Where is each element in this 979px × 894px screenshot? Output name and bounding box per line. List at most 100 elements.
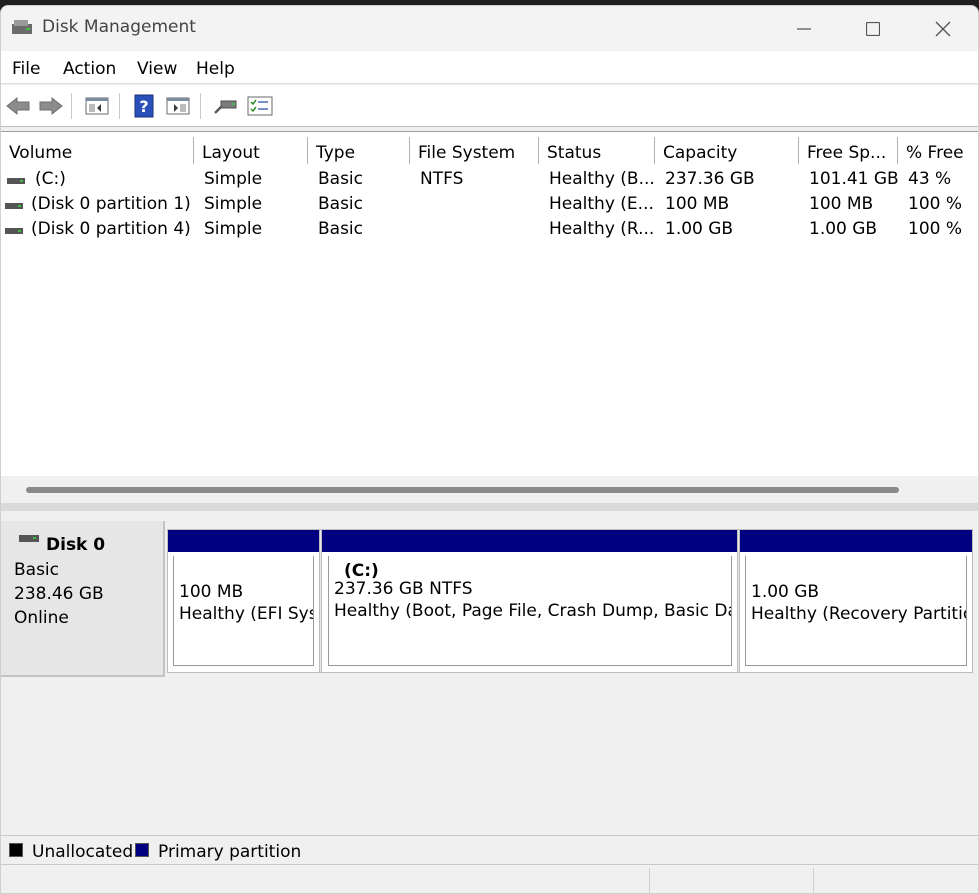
menu-view[interactable]: View: [137, 59, 177, 79]
disk-graphical-view: Disk 0 Basic 238.46 GB Online 100 MB Hea…: [1, 511, 978, 831]
disk-size: 238.46 GB: [14, 584, 104, 604]
menu-bar: File Action View Help: [1, 51, 978, 84]
forward-arrow-icon: [39, 96, 63, 116]
column-header-capacity[interactable]: Capacity: [655, 137, 799, 164]
disk-0-label[interactable]: Disk 0 Basic 238.46 GB Online: [1, 521, 165, 677]
column-header-file-system[interactable]: File System: [410, 137, 539, 164]
status-bar: [1, 866, 978, 893]
menu-action[interactable]: Action: [63, 59, 116, 79]
volume-icon: [5, 228, 23, 234]
cell-volume: (Disk 0 partition 4): [31, 219, 191, 239]
close-button[interactable]: [909, 6, 977, 51]
cell-layout: Simple: [204, 194, 263, 214]
cell-volume: (Disk 0 partition 1): [31, 194, 191, 214]
column-header-layout[interactable]: Layout: [194, 137, 308, 164]
table-row[interactable]: (C:) Simple Basic NTFS Healthy (B... 237…: [1, 169, 978, 194]
minimize-button[interactable]: [770, 6, 838, 51]
properties-button[interactable]: [246, 93, 274, 119]
legend-unallocated: Unallocated: [32, 842, 134, 862]
table-row[interactable]: (Disk 0 partition 1) Simple Basic Health…: [1, 194, 978, 219]
partition-recovery[interactable]: 1.00 GB Healthy (Recovery Partition): [740, 530, 972, 672]
primary-partition-bar: [168, 530, 319, 552]
column-header-status[interactable]: Status: [539, 137, 655, 164]
forward-button[interactable]: [37, 93, 65, 119]
minimize-icon: [797, 27, 811, 30]
cell-status: Healthy (R...: [549, 219, 655, 239]
maximize-button[interactable]: [839, 6, 907, 51]
volume-list: Volume Layout Type File System Status Ca…: [1, 131, 978, 476]
close-icon: [935, 21, 951, 36]
status-pane: [649, 868, 650, 893]
unallocated-swatch: [9, 843, 23, 857]
legend-bar: Unallocated Primary partition: [1, 835, 978, 865]
table-row[interactable]: (Disk 0 partition 4) Simple Basic Health…: [1, 219, 978, 244]
cell-type: Basic: [318, 219, 364, 239]
cell-status: Healthy (B...: [549, 169, 655, 189]
toolbar-separator: [200, 93, 201, 119]
disk-partition-strip: 100 MB Healthy (EFI System Partition) (C…: [167, 529, 973, 673]
show-hide-console-tree-button[interactable]: [83, 93, 111, 119]
cell-percent-free: 43 %: [908, 169, 952, 189]
back-arrow-icon: [6, 96, 30, 116]
action-pane-icon: [166, 97, 190, 115]
column-header-percent-free[interactable]: % Free: [898, 137, 978, 164]
disk-management-window: Disk Management File Action View Help ?: [0, 5, 979, 894]
toolbar-separator: [119, 93, 120, 119]
partition-details: (C:) 237.36 GB NTFS Healthy (Boot, Page …: [328, 556, 732, 666]
horizontal-scrollbar[interactable]: [1, 476, 978, 503]
cell-type: Basic: [318, 194, 364, 214]
cell-type: Basic: [318, 169, 364, 189]
menu-file[interactable]: File: [12, 59, 40, 79]
cell-volume: (C:): [35, 169, 66, 189]
legend-primary-partition: Primary partition: [158, 842, 302, 862]
column-header-free-space[interactable]: Free Sp...: [799, 137, 898, 164]
menu-help[interactable]: Help: [196, 59, 235, 79]
window-title: Disk Management: [42, 17, 196, 37]
title-bar[interactable]: Disk Management: [1, 6, 978, 51]
primary-partition-bar: [740, 530, 972, 552]
pane-splitter[interactable]: [1, 503, 978, 511]
partition-efi[interactable]: 100 MB Healthy (EFI System Partition): [168, 530, 319, 672]
disk-state: Online: [14, 608, 69, 628]
volume-icon: [7, 178, 25, 184]
cell-layout: Simple: [204, 169, 263, 189]
volume-icon: [5, 203, 23, 209]
partition-size: 1.00 GB: [751, 582, 820, 602]
cell-capacity: 100 MB: [665, 194, 730, 214]
disk-management-app-icon: [12, 20, 32, 34]
connect-button[interactable]: [211, 93, 239, 119]
svg-text:?: ?: [139, 97, 148, 116]
show-hide-action-pane-button[interactable]: [164, 93, 192, 119]
disk-type: Basic: [14, 560, 60, 580]
cell-capacity: 1.00 GB: [665, 219, 734, 239]
partition-details: 100 MB Healthy (EFI System Partition): [173, 556, 314, 666]
help-button[interactable]: ?: [130, 93, 158, 119]
cell-status: Healthy (E...: [549, 194, 654, 214]
partition-label: (C:): [344, 561, 379, 581]
column-header-type[interactable]: Type: [308, 137, 410, 164]
toolbar: ?: [1, 85, 978, 127]
cell-layout: Simple: [204, 219, 263, 239]
partition-status: Healthy (Boot, Page File, Crash Dump, Ba…: [334, 601, 731, 621]
cell-capacity: 237.36 GB: [665, 169, 755, 189]
back-button[interactable]: [4, 93, 32, 119]
partition-status: Healthy (Recovery Partition): [751, 604, 967, 624]
partition-details: 1.00 GB Healthy (Recovery Partition): [745, 556, 967, 666]
toolbar-separator: [71, 93, 72, 119]
properties-icon: [247, 96, 273, 116]
maximize-icon: [866, 21, 880, 36]
column-header-volume[interactable]: Volume: [1, 137, 194, 164]
partition-c-drive[interactable]: (C:) 237.36 GB NTFS Healthy (Boot, Page …: [322, 530, 737, 672]
scrollbar-thumb[interactable]: [26, 487, 899, 493]
disk-icon: [19, 535, 39, 542]
cell-file-system: NTFS: [420, 169, 464, 189]
cell-percent-free: 100 %: [908, 219, 963, 239]
connect-icon: [214, 100, 237, 114]
console-tree-icon: [85, 97, 109, 115]
primary-partition-swatch: [135, 843, 149, 857]
partition-status: Healthy (EFI System Partition): [179, 604, 313, 624]
cell-free-space: 1.00 GB: [809, 219, 878, 239]
help-icon: ?: [134, 94, 154, 118]
partition-label: [179, 556, 313, 574]
cell-percent-free: 100 %: [908, 194, 963, 214]
